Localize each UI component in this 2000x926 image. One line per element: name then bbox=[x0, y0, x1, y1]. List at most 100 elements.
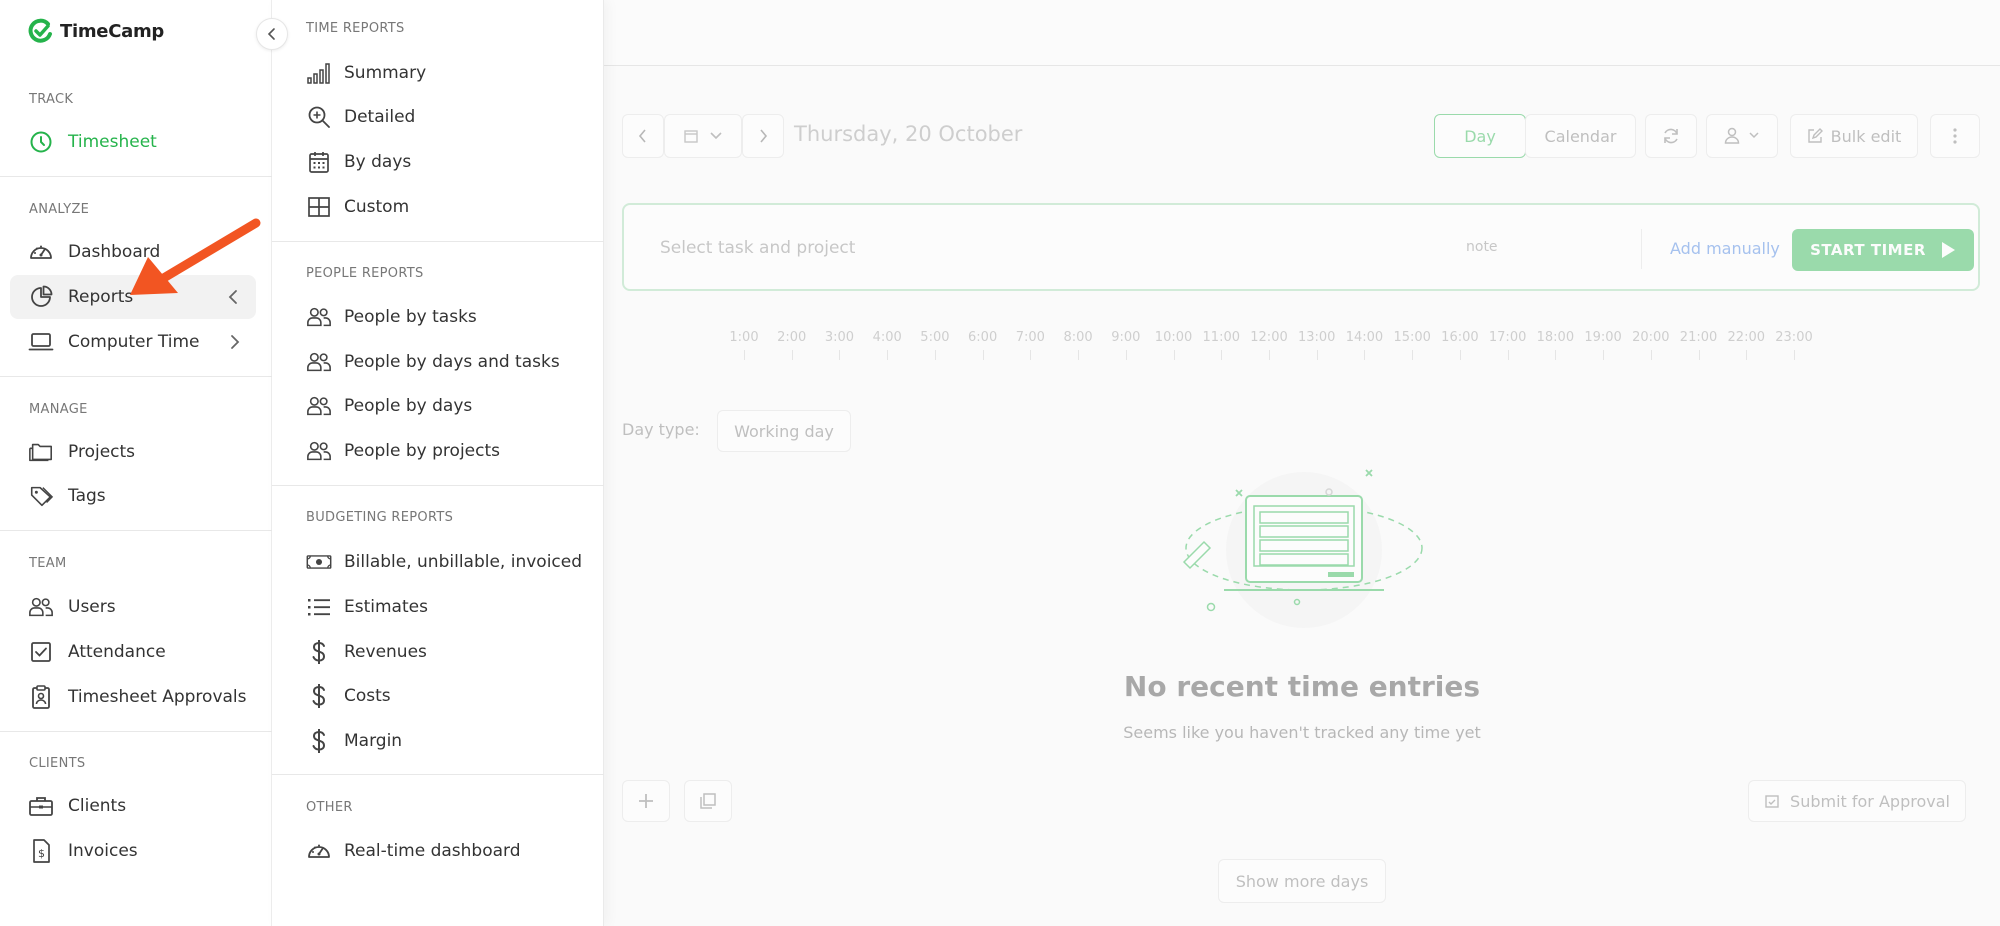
next-day-button[interactable] bbox=[742, 114, 784, 158]
user-filter-button[interactable] bbox=[1706, 114, 1778, 158]
hour-tick bbox=[934, 350, 936, 360]
hour-tick bbox=[744, 350, 745, 360]
submenu-item-label: Revenues bbox=[344, 642, 427, 662]
timecamp-logo-icon bbox=[28, 18, 52, 43]
bar-chart-icon bbox=[306, 60, 332, 86]
note-input[interactable]: note bbox=[1466, 239, 1498, 255]
collapse-sidebar-button[interactable] bbox=[256, 18, 288, 50]
hour-label: 1:00 bbox=[729, 330, 759, 345]
hour-tick bbox=[791, 350, 793, 360]
users-icon bbox=[28, 594, 54, 620]
empty-state-illustration bbox=[1182, 469, 1423, 628]
submenu-item-people-by-days[interactable]: People by days bbox=[306, 388, 472, 424]
section-title-clients: CLIENTS bbox=[29, 756, 86, 771]
more-options-button[interactable] bbox=[1930, 114, 1980, 158]
sidebar-item-users[interactable]: Users bbox=[10, 585, 256, 629]
section-title-budgeting-reports: BUDGETING REPORTS bbox=[306, 510, 454, 525]
add-manually-link[interactable]: Add manually bbox=[1670, 239, 1780, 258]
hour-label: 8:00 bbox=[1063, 330, 1093, 345]
submenu-item-custom[interactable]: Custom bbox=[306, 189, 409, 225]
hour-label: 17:00 bbox=[1488, 330, 1527, 345]
submenu-item-detailed[interactable]: Detailed bbox=[306, 99, 415, 135]
section-title-manage: MANAGE bbox=[29, 402, 88, 417]
divider bbox=[0, 176, 272, 177]
show-more-days-button[interactable]: Show more days bbox=[1218, 859, 1386, 903]
submenu-item-billable[interactable]: Billable, unbillable, invoiced bbox=[306, 544, 582, 580]
sync-button[interactable] bbox=[1645, 114, 1697, 158]
submenu-item-people-by-days-and-tasks[interactable]: People by days and tasks bbox=[306, 344, 560, 380]
submenu-item-people-by-tasks[interactable]: People by tasks bbox=[306, 299, 477, 335]
task-project-selector[interactable]: Select task and project bbox=[660, 238, 855, 258]
sidebar-item-label: Timesheet Approvals bbox=[68, 687, 247, 707]
submenu-item-label: Real-time dashboard bbox=[344, 841, 521, 861]
hour-tick bbox=[839, 350, 841, 360]
sidebar-item-label: Invoices bbox=[68, 841, 138, 861]
section-title-people-reports: PEOPLE REPORTS bbox=[306, 266, 424, 281]
grid-icon bbox=[306, 194, 332, 220]
view-day-button[interactable]: Day bbox=[1434, 114, 1526, 158]
bulk-edit-button[interactable]: Bulk edit bbox=[1790, 114, 1918, 158]
sidebar-item-timesheet-approvals[interactable]: Timesheet Approvals bbox=[10, 675, 256, 719]
view-calendar-button[interactable]: Calendar bbox=[1525, 114, 1636, 158]
current-date: Thursday, 20 October bbox=[794, 122, 1023, 146]
sidebar-item-tags[interactable]: Tags bbox=[10, 474, 256, 518]
hour-tick bbox=[1125, 350, 1127, 360]
duplicate-button[interactable] bbox=[684, 780, 732, 822]
divider bbox=[0, 530, 272, 531]
briefcase-icon bbox=[28, 793, 54, 819]
submenu-item-label: People by days bbox=[344, 396, 473, 416]
sidebar-item-clients[interactable]: Clients bbox=[10, 784, 256, 828]
submenu-item-margin[interactable]: Margin bbox=[306, 723, 402, 759]
add-entry-button[interactable] bbox=[622, 780, 670, 822]
submenu-item-label: Summary bbox=[344, 63, 427, 83]
hour-label: 16:00 bbox=[1441, 330, 1479, 345]
divider bbox=[272, 241, 604, 242]
submenu-item-real-time-dashboard[interactable]: Real-time dashboard bbox=[306, 833, 521, 869]
submenu-item-people-by-projects[interactable]: People by projects bbox=[306, 433, 500, 469]
hour-timeline: 1:00 2:00 3:00 4:00 5:00 6:00 7:00 8:00 9:00 10:0… bbox=[729, 330, 1944, 360]
timesheet-main: Thursday, 20 October Day Calendar Bulk e… bbox=[604, 0, 2000, 926]
invoice-icon: $ bbox=[28, 838, 54, 864]
hour-tick bbox=[1173, 350, 1175, 360]
prev-day-button[interactable] bbox=[622, 114, 664, 158]
gauge-icon bbox=[28, 239, 54, 265]
day-type-select[interactable]: Working day bbox=[717, 410, 851, 452]
sidebar-item-computer-time[interactable]: Computer Time bbox=[10, 320, 256, 364]
chevron-right-icon bbox=[226, 333, 242, 356]
date-picker-button[interactable] bbox=[664, 114, 742, 158]
timecamp-logo[interactable]: TimeCamp bbox=[28, 16, 164, 46]
submenu-item-by-days[interactable]: By days bbox=[306, 144, 411, 180]
dollar-icon bbox=[306, 728, 332, 754]
sidebar-item-invoices[interactable]: $ Invoices bbox=[10, 829, 256, 873]
submenu-item-label: People by tasks bbox=[344, 307, 477, 327]
folder-icon bbox=[28, 439, 54, 465]
chevron-left-icon bbox=[638, 129, 646, 143]
start-timer-button[interactable]: START TIMER bbox=[1792, 229, 1974, 271]
sidebar-item-projects[interactable]: Projects bbox=[10, 430, 256, 474]
checkbox-icon bbox=[28, 639, 54, 665]
submit-for-approval-button[interactable]: Submit for Approval bbox=[1748, 780, 1966, 822]
divider bbox=[0, 731, 272, 732]
hour-label: 6:00 bbox=[968, 330, 998, 345]
list-icon bbox=[306, 594, 332, 620]
hour-label: 9:00 bbox=[1111, 330, 1141, 345]
submenu-item-estimates[interactable]: Estimates bbox=[306, 589, 428, 625]
sidebar-item-attendance[interactable]: Attendance bbox=[10, 630, 256, 674]
submenu-item-costs[interactable]: Costs bbox=[306, 678, 391, 714]
divider bbox=[0, 376, 272, 377]
submenu-item-label: Margin bbox=[344, 731, 403, 751]
sidebar-item-timesheet[interactable]: Timesheet bbox=[10, 120, 256, 164]
hour-label: 11:00 bbox=[1202, 330, 1240, 345]
hour-tick bbox=[1459, 350, 1461, 360]
divider bbox=[272, 774, 604, 775]
sidebar-item-label: Timesheet bbox=[68, 132, 157, 152]
more-vertical-icon bbox=[1953, 128, 1957, 144]
chevron-right-icon bbox=[760, 129, 768, 143]
hour-tick bbox=[1030, 350, 1032, 360]
banknote-icon bbox=[306, 549, 332, 575]
submenu-item-label: Billable, unbillable, invoiced bbox=[344, 552, 583, 572]
timer-bar: Select task and project note Add manuall… bbox=[622, 203, 1980, 291]
submenu-item-revenues[interactable]: Revenues bbox=[306, 634, 427, 670]
submenu-item-summary[interactable]: Summary bbox=[306, 55, 426, 91]
zoom-in-icon bbox=[306, 104, 332, 130]
